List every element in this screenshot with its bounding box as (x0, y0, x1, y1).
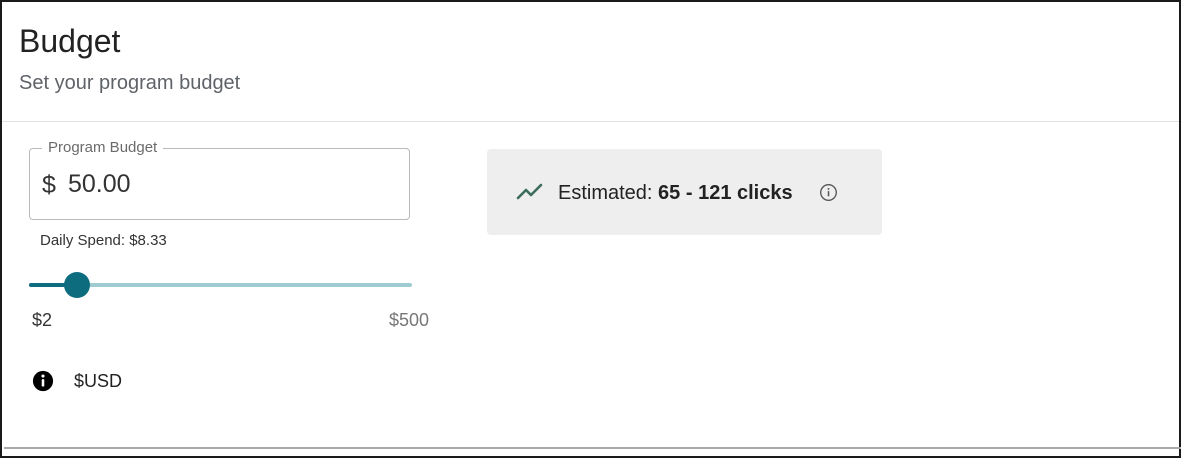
slider-thumb[interactable] (63, 272, 90, 298)
page-subtitle: Set your program budget (19, 72, 241, 94)
info-filled-icon (32, 370, 54, 392)
estimate-card: Estimated: 65 - 121 clicks (487, 149, 882, 235)
panel-header: Budget Set your program budget (2, 2, 1179, 122)
program-budget-field[interactable]: Program Budget $ (29, 138, 410, 220)
program-budget-label: Program Budget (42, 138, 164, 158)
slider-min-label: $2 (32, 310, 53, 330)
program-budget-input[interactable] (68, 167, 388, 201)
divider (4, 447, 1181, 449)
currency-note: $USD (32, 368, 122, 394)
budget-panel: Budget Set your program budget Program B… (0, 0, 1181, 458)
budget-slider[interactable] (29, 270, 412, 300)
currency-prefix: $ (42, 171, 56, 199)
estimate-value: 65 - 121 clicks (658, 182, 793, 204)
trending-up-icon (516, 183, 543, 200)
daily-spend-text: Daily Spend: $8.33 (40, 232, 167, 249)
info-outline-icon[interactable] (819, 183, 838, 202)
currency-label: $USD (74, 371, 123, 391)
page-title: Budget (19, 23, 121, 59)
estimate-text: Estimated: 65 - 121 clicks (558, 180, 793, 206)
slider-max-label: $500 (389, 310, 430, 330)
estimate-prefix: Estimated: (558, 182, 653, 204)
